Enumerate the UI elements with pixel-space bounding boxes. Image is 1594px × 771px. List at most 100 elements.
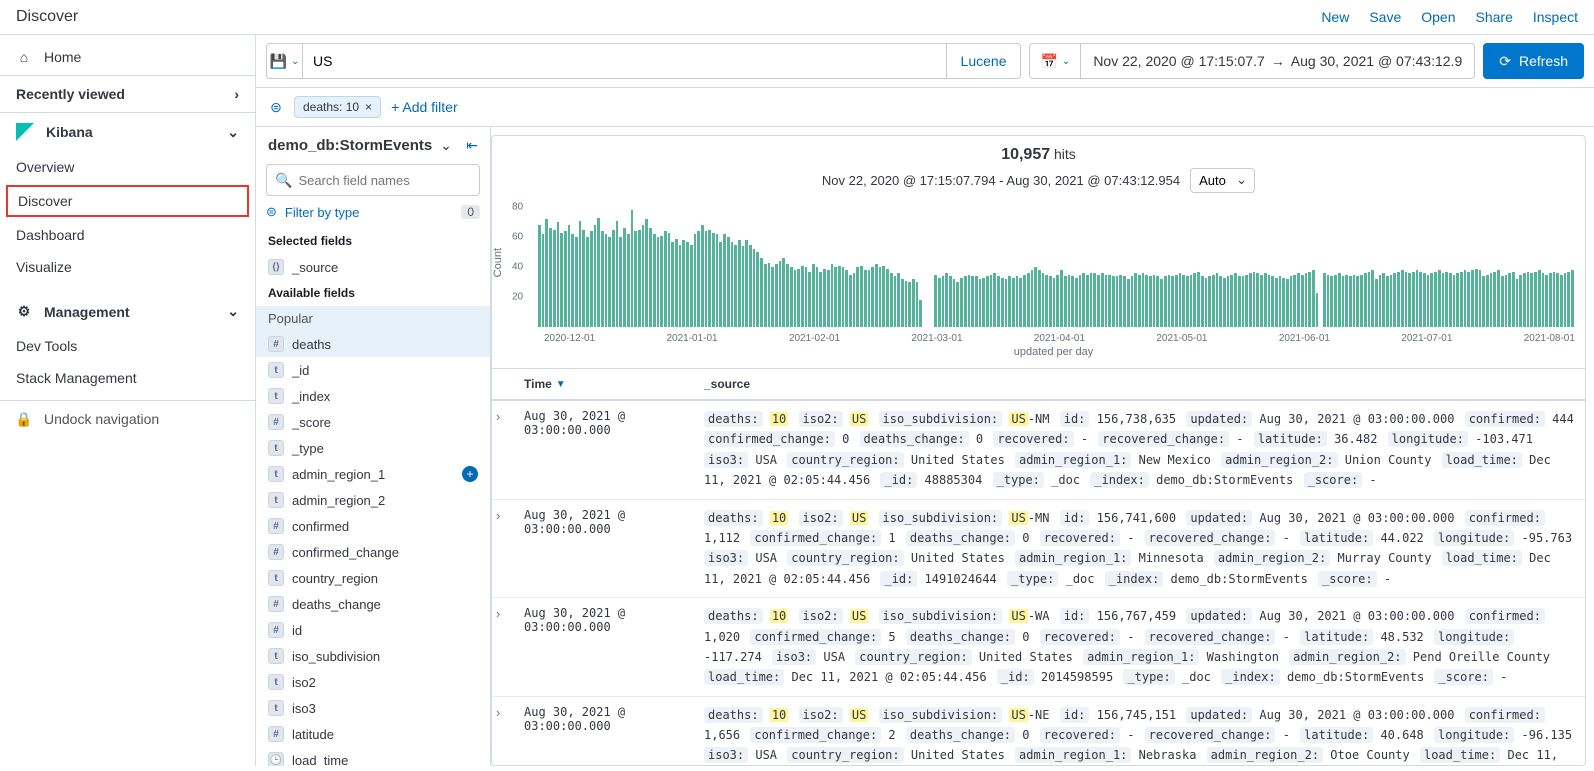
chart-bar[interactable] — [579, 221, 582, 328]
chart-bar[interactable] — [812, 264, 815, 327]
field-iso_subdivision[interactable]: tiso_subdivision — [256, 643, 490, 669]
chart-bar[interactable] — [871, 267, 874, 327]
chart-bar[interactable] — [842, 267, 845, 327]
field-_index[interactable]: t_index — [256, 383, 490, 409]
chart-bar[interactable] — [1356, 276, 1359, 327]
chart-bar[interactable] — [816, 267, 819, 327]
field-admin_region_2[interactable]: tadmin_region_2 — [256, 487, 490, 513]
chart-bar[interactable] — [1560, 275, 1563, 328]
calendar-icon[interactable]: 📅⌄ — [1030, 44, 1081, 78]
chart-bar[interactable] — [627, 234, 630, 327]
chart-bar[interactable] — [912, 279, 915, 327]
chart-bar[interactable] — [1530, 273, 1533, 327]
chart-bar[interactable] — [956, 282, 959, 327]
nav-sub-overview[interactable]: Overview — [0, 151, 255, 183]
col-time-header[interactable]: Time▼ — [516, 369, 696, 399]
nav-sub-dev-tools[interactable]: Dev Tools — [0, 330, 255, 362]
expand-row-icon[interactable]: › — [492, 598, 516, 696]
chart-bar[interactable] — [1564, 273, 1567, 327]
chart-bar[interactable] — [886, 269, 889, 328]
query-input[interactable] — [303, 53, 946, 69]
chart-bar[interactable] — [1553, 272, 1556, 328]
chart-bar[interactable] — [1290, 276, 1293, 327]
chart-bar[interactable] — [594, 225, 597, 327]
chart-bar[interactable] — [642, 225, 645, 327]
chart-bar[interactable] — [682, 240, 685, 327]
chart-bar[interactable] — [1556, 273, 1559, 327]
nav-management[interactable]: ⚙ Management ⌄ — [0, 293, 255, 330]
chart-bar[interactable] — [1105, 275, 1108, 328]
chart-bar[interactable] — [894, 276, 897, 327]
chart-bar[interactable] — [1005, 279, 1008, 327]
chart-bar[interactable] — [760, 258, 763, 327]
histogram-chart[interactable]: Count 20406080 2020-12-012021-01-012021-… — [492, 203, 1585, 368]
chart-bar[interactable] — [971, 276, 974, 327]
chart-bar[interactable] — [942, 276, 945, 327]
chart-bar[interactable] — [1427, 275, 1430, 328]
add-filter-button[interactable]: + Add filter — [391, 99, 458, 115]
chart-bar[interactable] — [1345, 275, 1348, 328]
field-latitude[interactable]: #latitude — [256, 721, 490, 747]
chart-bar[interactable] — [1327, 275, 1330, 328]
chart-bar[interactable] — [1008, 276, 1011, 327]
chart-bar[interactable] — [645, 219, 648, 327]
chart-bar[interactable] — [1223, 278, 1226, 328]
chart-bar[interactable] — [982, 278, 985, 328]
chart-bar[interactable] — [1045, 275, 1048, 328]
chart-bar[interactable] — [860, 266, 863, 328]
filter-by-type-button[interactable]: ⊜ Filter by type 0 — [266, 204, 480, 220]
chart-bar[interactable] — [727, 237, 730, 327]
chart-bar[interactable] — [1349, 276, 1352, 327]
field-admin_region_1[interactable]: tadmin_region_1+ — [256, 461, 490, 487]
chart-bar[interactable] — [1093, 273, 1096, 327]
field-deaths_change[interactable]: #deaths_change — [256, 591, 490, 617]
chart-bar[interactable] — [801, 266, 804, 328]
chart-bar[interactable] — [1538, 270, 1541, 327]
chart-bar[interactable] — [1060, 270, 1063, 327]
field-iso2[interactable]: tiso2 — [256, 669, 490, 695]
chart-bar[interactable] — [1508, 273, 1511, 327]
nav-sub-discover[interactable]: Discover — [6, 185, 249, 217]
chart-bar[interactable] — [1382, 273, 1385, 327]
chart-bar[interactable] — [997, 276, 1000, 327]
chart-bar[interactable] — [605, 234, 608, 327]
chart-bar[interactable] — [1393, 273, 1396, 327]
field-load_time[interactable]: 🕒load_time — [256, 747, 490, 766]
chart-bar[interactable] — [1186, 276, 1189, 327]
nav-kibana[interactable]: Kibana ⌄ — [0, 113, 255, 151]
chart-bar[interactable] — [1301, 275, 1304, 328]
chart-bar[interactable] — [968, 275, 971, 328]
chart-bar[interactable] — [831, 264, 834, 327]
chart-bar[interactable] — [1101, 273, 1104, 327]
field-confirmed[interactable]: #confirmed — [256, 513, 490, 539]
chart-bar[interactable] — [1430, 273, 1433, 327]
chart-bar[interactable] — [1038, 270, 1041, 327]
nav-sub-dashboard[interactable]: Dashboard — [0, 219, 255, 251]
field-_type[interactable]: t_type — [256, 435, 490, 461]
chart-bar[interactable] — [1179, 273, 1182, 327]
chart-bar[interactable] — [749, 245, 752, 328]
chart-bar[interactable] — [716, 234, 719, 327]
chart-bar[interactable] — [1127, 279, 1130, 327]
chart-bar[interactable] — [1360, 275, 1363, 328]
chart-bar[interactable] — [1160, 279, 1163, 327]
chart-bar[interactable] — [668, 233, 671, 328]
chart-bar[interactable] — [1534, 272, 1537, 328]
chart-bar[interactable] — [856, 267, 859, 327]
chart-bar[interactable] — [712, 233, 715, 328]
chart-bar[interactable] — [590, 231, 593, 327]
chart-bar[interactable] — [701, 225, 704, 327]
filter-icon[interactable]: ⊜ — [268, 99, 284, 115]
expand-row-icon[interactable]: › — [492, 401, 516, 499]
chart-bar[interactable] — [875, 264, 878, 327]
nav-sub-visualize[interactable]: Visualize — [0, 251, 255, 283]
chart-bar[interactable] — [1490, 273, 1493, 327]
chart-bar[interactable] — [1193, 273, 1196, 327]
chart-bar[interactable] — [1316, 293, 1319, 328]
chart-bar[interactable] — [768, 263, 771, 328]
chart-bar[interactable] — [1075, 278, 1078, 328]
chart-bar[interactable] — [1342, 276, 1345, 327]
chart-bar[interactable] — [1282, 278, 1285, 328]
chart-bar[interactable] — [1545, 275, 1548, 328]
top-link-open[interactable]: Open — [1421, 9, 1455, 25]
